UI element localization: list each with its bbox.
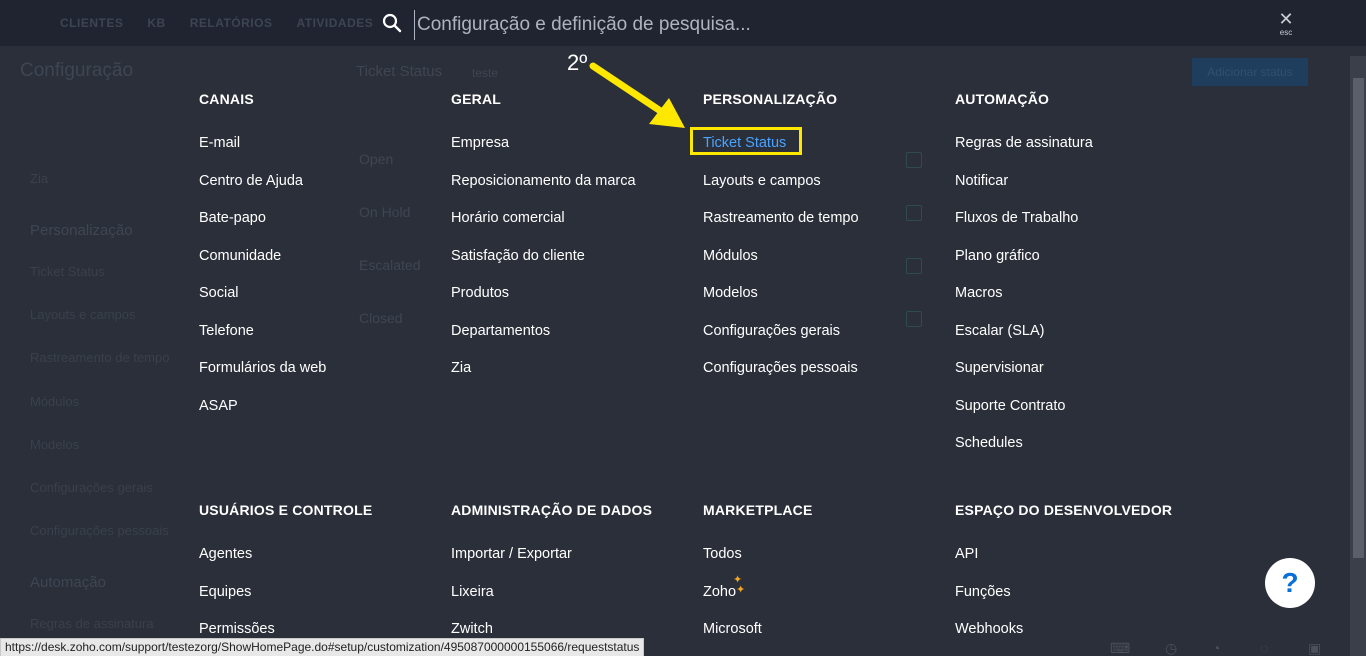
menu-item-microsoft[interactable]: Microsoft	[703, 619, 953, 656]
background-sidebar-item: Rastreamento de tempo	[30, 350, 170, 365]
sparkle-icon: ✦ ✦	[733, 574, 746, 596]
menu-item-teams[interactable]: Equipes	[199, 582, 449, 620]
help-button[interactable]: ?	[1265, 558, 1315, 608]
background-sidebar-item: Configurações gerais	[30, 480, 153, 495]
menu-item-chat[interactable]: Bate-papo	[199, 208, 449, 246]
menu-item-time-tracking[interactable]: Rastreamento de tempo	[703, 208, 953, 246]
background-sidebar-item: Layouts e campos	[30, 307, 136, 322]
menu-column-desenvolvedor: ESPAÇO DO DESENVOLVEDOR API Funções Webh…	[955, 502, 1205, 656]
menu-item-import-export[interactable]: Importar / Exportar	[451, 544, 701, 582]
menu-column-usuarios: USUÁRIOS E CONTROLE Agentes Equipes Perm…	[199, 502, 449, 656]
background-sidebar-item: Modelos	[30, 437, 80, 452]
menu-item-telephone[interactable]: Telefone	[199, 321, 449, 359]
background-sidebar-section: Personalização	[30, 222, 133, 239]
menu-item-modules[interactable]: Módulos	[703, 246, 953, 284]
menu-item-customer-satisfaction[interactable]: Satisfação do cliente	[451, 246, 701, 284]
menu-item-support-contract[interactable]: Suporte Contrato	[955, 396, 1205, 434]
clock-icon: ◷	[1165, 640, 1178, 656]
menu-column-administracao: ADMINISTRAÇÃO DE DADOS Importar / Export…	[451, 502, 701, 656]
menu-item-agents[interactable]: Agentes	[199, 544, 449, 582]
background-sidebar-item: Ticket Status	[30, 264, 105, 279]
menu-item-general-settings[interactable]: Configurações gerais	[703, 321, 953, 359]
background-add-status-button: Adicionar status	[1192, 58, 1308, 86]
menu-column-canais: CANAIS E-mail Centro de Ajuda Bate-papo …	[199, 91, 449, 433]
background-sidebar-section: Automação	[30, 574, 106, 591]
menu-item-web-forms[interactable]: Formulários da web	[199, 358, 449, 396]
menu-item-functions[interactable]: Funções	[955, 582, 1205, 620]
menu-item-business-hours[interactable]: Horário comercial	[451, 208, 701, 246]
background-sidebar-item: Regras de assinatura	[30, 616, 154, 631]
annotation-step-label: 2º	[567, 50, 588, 75]
menu-item-assignment-rules[interactable]: Regras de assinatura	[955, 133, 1205, 171]
menu-heading: MARKETPLACE	[703, 502, 813, 518]
background-sidebar-item: Módulos	[30, 394, 80, 409]
bg-nav-item: ATIVIDADES	[296, 16, 374, 30]
search-icon	[382, 13, 402, 33]
menu-item-company[interactable]: Empresa	[451, 133, 701, 171]
menu-item-social[interactable]: Social	[199, 283, 449, 321]
menu-heading: AUTOMAÇÃO	[955, 91, 1050, 107]
scrollbar-thumb[interactable]	[1353, 78, 1364, 558]
menu-item-community[interactable]: Comunidade	[199, 246, 449, 284]
menu-item-supervise[interactable]: Supervisionar	[955, 358, 1205, 396]
menu-item-email[interactable]: E-mail	[199, 133, 449, 171]
menu-item-products[interactable]: Produtos	[451, 283, 701, 321]
menu-item-schedules[interactable]: Schedules	[955, 433, 1205, 471]
bg-nav-item: KB	[147, 16, 166, 30]
note-icon: ▣	[1308, 640, 1322, 656]
menu-item-notify[interactable]: Notificar	[955, 171, 1205, 209]
menu-heading: ADMINISTRAÇÃO DE DADOS	[451, 502, 653, 518]
close-search-button[interactable]: ✕ esc	[1272, 10, 1300, 40]
menu-column-automacao: AUTOMAÇÃO Regras de assinatura Notificar…	[955, 91, 1205, 471]
menu-item-blueprint[interactable]: Plano gráfico	[955, 246, 1205, 284]
menu-item-recycle-bin[interactable]: Lixeira	[451, 582, 701, 620]
settings-search-input[interactable]	[414, 10, 919, 40]
background-sub-dropdown: teste	[472, 66, 499, 80]
highlight-box	[690, 127, 802, 155]
chat-icon: ◌	[1260, 640, 1269, 656]
menu-item-departments[interactable]: Departamentos	[451, 321, 701, 359]
menu-item-templates[interactable]: Modelos	[703, 283, 953, 321]
menu-item-asap[interactable]: ASAP	[199, 396, 449, 434]
annotation-arrow-icon	[589, 62, 685, 128]
background-page-title: Configuração	[20, 60, 134, 81]
menu-item-workflows[interactable]: Fluxos de Trabalho	[955, 208, 1205, 246]
menu-item-sla[interactable]: Escalar (SLA)	[955, 321, 1205, 359]
menu-heading: CANAIS	[199, 91, 254, 107]
menu-item-personal-settings[interactable]: Configurações pessoais	[703, 358, 953, 396]
timer-icon: ◔	[1212, 640, 1221, 656]
menu-item-rebranding[interactable]: Reposicionamento da marca	[451, 171, 701, 209]
menu-item-macros[interactable]: Macros	[955, 283, 1205, 321]
background-sidebar-zia: Zia	[30, 171, 49, 186]
menu-heading: ESPAÇO DO DESENVOLVEDOR	[955, 502, 1173, 518]
esc-label: esc	[1279, 28, 1293, 37]
background-subtitle: Ticket Status	[356, 63, 443, 80]
keyboard-icon: ⌨	[1110, 640, 1131, 656]
menu-heading: USUÁRIOS E CONTROLE	[199, 502, 373, 518]
background-sidebar-item: Configurações pessoais	[30, 523, 169, 538]
menu-heading: PERSONALIZAÇÃO	[703, 91, 838, 107]
bg-nav-item: RELATÓRIOS	[189, 16, 273, 30]
menu-item-zia[interactable]: Zia	[451, 358, 701, 396]
browser-status-url: https://desk.zoho.com/support/testezorg/…	[0, 638, 645, 656]
menu-item-help-center[interactable]: Centro de Ajuda	[199, 171, 449, 209]
background-topnav: CLIENTES KB RELATÓRIOS ATIVIDADES	[60, 16, 373, 30]
menu-item-api[interactable]: API	[955, 544, 1205, 582]
bg-nav-item: CLIENTES	[60, 16, 124, 30]
close-icon: ✕	[1278, 9, 1294, 29]
menu-item-layouts-fields[interactable]: Layouts e campos	[703, 171, 953, 209]
